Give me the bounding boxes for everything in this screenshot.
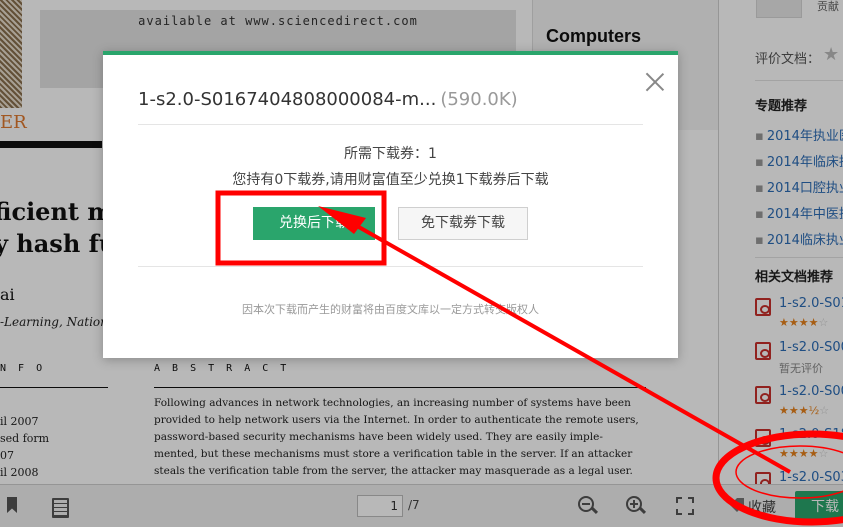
dialog-divider: [138, 124, 643, 125]
file-name: 1-s2.0-S0167404808000084-m...: [138, 89, 437, 110]
file-info: 1-s2.0-S0167404808000084-m... (590.0K): [138, 89, 518, 110]
redeem-and-download-button[interactable]: 兑换后下载: [253, 207, 375, 240]
required-coupons-text: 所需下载券：1: [344, 146, 437, 162]
held-coupons-text: 您持有0下载券,请用财富值至少兑换1下载券后下载: [232, 172, 549, 188]
download-dialog: 1-s2.0-S0167404808000084-m... (590.0K) 所需…: [103, 51, 678, 358]
free-download-button[interactable]: 免下载券下载: [398, 207, 528, 240]
close-icon[interactable]: [645, 72, 665, 92]
copyright-notice: 因本次下载而产生的财富将由百度文库以一定方式转交版权人: [242, 303, 539, 316]
dialog-divider: [138, 266, 643, 267]
file-size: (590.0K): [440, 89, 518, 110]
